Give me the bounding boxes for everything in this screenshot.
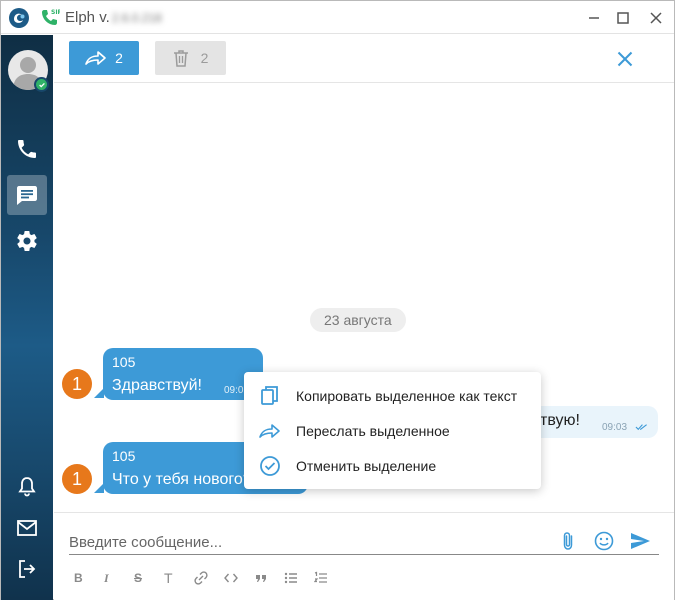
bullet-list-button[interactable] <box>284 570 314 586</box>
selection-toolbar: 2 2 <box>54 35 674 83</box>
emoji-button[interactable] <box>593 530 615 552</box>
italic-icon: I <box>104 570 109 585</box>
message-text: Здравствуй! <box>112 377 202 394</box>
smile-icon <box>594 531 614 551</box>
delete-count: 2 <box>200 50 209 66</box>
send-icon <box>631 533 650 549</box>
online-status-badge <box>34 77 49 92</box>
maximize-button[interactable] <box>611 6 635 30</box>
logout-icon <box>19 560 36 578</box>
code-icon <box>224 573 238 583</box>
heading-icon: T <box>164 570 173 586</box>
numbered-list-button[interactable] <box>314 570 344 586</box>
quote-icon <box>256 575 266 582</box>
italic-button[interactable]: I <box>104 570 134 586</box>
code-button[interactable] <box>224 570 254 586</box>
send-button[interactable] <box>629 530 651 552</box>
window-title: Elph v. 2.6.0.218 <box>65 9 162 26</box>
selection-count-badge: 1 <box>62 369 92 399</box>
delete-selected-button[interactable]: 2 <box>155 41 226 75</box>
input-underline <box>69 554 659 555</box>
forward-icon <box>259 423 280 438</box>
title-bar: SIP Elph v. 2.6.0.218 <box>1 1 674 34</box>
bell-icon <box>18 477 36 497</box>
sidebar-item-logout[interactable] <box>7 549 47 589</box>
gear-icon <box>17 231 37 251</box>
message-composer: B I S T <box>54 512 674 600</box>
bold-button[interactable]: B <box>74 570 104 586</box>
link-icon <box>194 571 208 585</box>
menu-item-label: Отменить выделение <box>296 457 437 474</box>
sidebar-item-calls[interactable] <box>7 129 47 169</box>
forward-count: 2 <box>115 50 123 66</box>
link-button[interactable] <box>194 570 224 586</box>
menu-item-copy-as-text[interactable]: Копировать выделенное как текст <box>244 378 541 413</box>
bold-icon: B <box>74 571 83 585</box>
sidebar-item-messages[interactable] <box>7 175 47 215</box>
bullet-list-icon <box>284 572 297 584</box>
sip-phone-icon: SIP <box>42 9 60 25</box>
strikethrough-icon: S <box>134 571 143 585</box>
check-circle-icon <box>260 455 280 476</box>
message-time: 09:03 <box>602 422 628 433</box>
check-icon <box>38 82 45 88</box>
message-text: Что у тебя нового? <box>112 471 252 488</box>
sidebar-item-notifications[interactable] <box>7 467 47 507</box>
message-sender: 105 <box>112 354 136 370</box>
heading-button[interactable]: T <box>164 570 194 586</box>
sidebar-item-mail[interactable] <box>7 508 47 548</box>
maximize-icon <box>617 12 629 24</box>
trash-icon <box>173 50 188 67</box>
attach-button[interactable] <box>557 530 579 552</box>
selection-count-badge: 1 <box>62 464 92 494</box>
message-input[interactable] <box>69 528 619 556</box>
menu-item-label: Копировать выделенное как текст <box>296 387 518 404</box>
date-separator: 23 августа <box>310 308 406 332</box>
close-icon <box>617 51 633 67</box>
quote-button[interactable] <box>254 570 284 586</box>
window-title-text: Elph v. <box>65 9 110 26</box>
forward-selected-button[interactable]: 2 <box>69 41 139 75</box>
close-icon <box>650 12 662 24</box>
message-bubble-incoming[interactable]: 105 Здравствуй! 09:0 <box>103 348 263 400</box>
minimize-icon <box>589 17 599 19</box>
context-menu: Копировать выделенное как текст Переслат… <box>244 372 541 489</box>
close-selection-button[interactable] <box>614 48 636 70</box>
strikethrough-button[interactable]: S <box>134 570 164 586</box>
message-text: твую! <box>540 412 580 429</box>
menu-item-label: Переслать выделенное <box>296 422 450 439</box>
numbered-list-icon <box>314 571 327 583</box>
menu-item-cancel-selection[interactable]: Отменить выделение <box>244 448 541 483</box>
message-icon <box>17 186 37 205</box>
formatting-toolbar: B I S T <box>74 570 344 586</box>
read-checkmarks-icon <box>635 424 647 431</box>
message-sender: 105 <box>112 448 136 464</box>
menu-item-forward-selected[interactable]: Переслать выделенное <box>244 413 541 448</box>
app-logo-icon <box>9 8 29 28</box>
copy-icon <box>261 385 278 405</box>
paperclip-icon <box>563 532 573 550</box>
svg-text:SIP: SIP <box>51 9 60 16</box>
close-window-button[interactable] <box>644 6 668 30</box>
app-window: SIP Elph v. 2.6.0.218 2 2 23 августа 1 1… <box>0 0 675 600</box>
phone-icon <box>18 140 36 158</box>
sidebar <box>1 35 53 600</box>
message-time: 09:0 <box>224 385 244 396</box>
envelope-icon <box>17 520 37 536</box>
app-version: 2.6.0.218 <box>111 11 162 25</box>
minimize-button[interactable] <box>582 6 606 30</box>
forward-icon <box>85 51 106 65</box>
sidebar-item-settings[interactable] <box>7 221 47 261</box>
